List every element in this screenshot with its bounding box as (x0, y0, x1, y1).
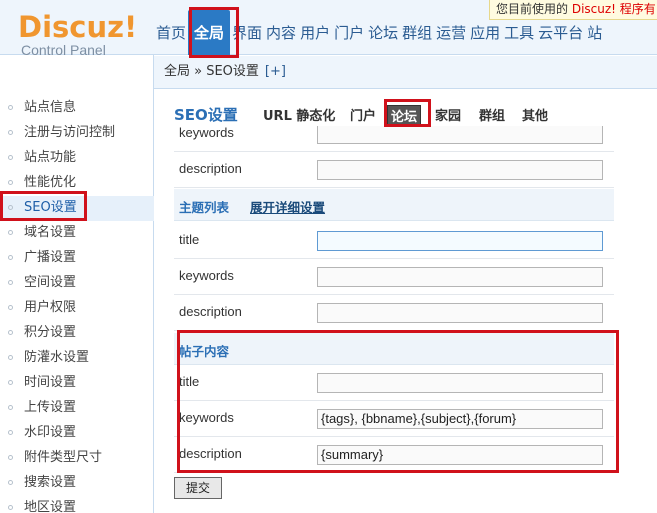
tab-home[interactable]: 家园 (435, 105, 461, 124)
discuz-logo[interactable]: Discuz! Control Panel (18, 12, 138, 58)
notice-highlight: Discuz! 程序有 (571, 2, 656, 16)
bullet-icon (8, 330, 13, 335)
sidebar-item-site-info[interactable]: 站点信息 (0, 96, 154, 121)
section-title: 主题列表 (179, 200, 230, 215)
nav-tools[interactable]: 工具 (502, 22, 536, 52)
nav-interface[interactable]: 界面 (230, 22, 264, 52)
nav-apps[interactable]: 应用 (468, 22, 502, 52)
bullet-icon (8, 105, 13, 110)
form-row: keywords (174, 259, 614, 295)
bullet-icon (8, 155, 13, 160)
field-label: keywords (179, 268, 234, 283)
sidebar-item-credits[interactable]: 积分设置 (0, 321, 154, 346)
bullet-icon (8, 405, 13, 410)
bullet-icon (8, 205, 13, 210)
viewthread-title-input[interactable] (317, 373, 603, 393)
nav-station[interactable]: 站 (585, 22, 604, 52)
sidebar-item-anti-spam[interactable]: 防灌水设置 (0, 346, 154, 371)
threadlist-title-input[interactable] (317, 231, 603, 251)
bullet-icon (8, 230, 13, 235)
bullet-icon (8, 430, 13, 435)
header: Discuz! Control Panel 首页 全局 界面 内容 用户 门户 … (0, 0, 657, 58)
sidebar-item-time[interactable]: 时间设置 (0, 371, 154, 396)
bullet-icon (8, 480, 13, 485)
sidebar-item-domain[interactable]: 域名设置 (0, 221, 154, 246)
nav-global[interactable]: 全局 (188, 10, 231, 55)
bullet-icon (8, 305, 13, 310)
sidebar: 站点信息 注册与访问控制 站点功能 性能优化 SEO设置 域名设置 广播设置 空… (0, 55, 154, 513)
bullet-icon (8, 280, 13, 285)
version-notice[interactable]: 您目前使用的 Discuz! 程序有 (489, 0, 657, 20)
breadcrumb: 全局 » SEO设置 [+] (154, 56, 657, 89)
tab-url-rewrite[interactable]: URL 静态化 (263, 105, 335, 124)
logo-main-text: Discuz! (18, 10, 138, 44)
field-label: title (179, 374, 200, 389)
threadlist-description-input[interactable] (317, 303, 603, 323)
bullet-icon (8, 180, 13, 185)
form-row: description (174, 152, 614, 188)
bullet-icon (8, 380, 13, 385)
sidebar-item-broadcast[interactable]: 广播设置 (0, 246, 154, 271)
section-title: 帖子内容 (179, 344, 230, 359)
nav-content[interactable]: 内容 (264, 22, 298, 52)
field-label: description (179, 446, 242, 461)
sidebar-item-upload[interactable]: 上传设置 (0, 396, 154, 421)
nav-portal[interactable]: 门户 (332, 22, 366, 52)
sidebar-menu: 站点信息 注册与访问控制 站点功能 性能优化 SEO设置 域名设置 广播设置 空… (0, 96, 154, 513)
viewthread-description-input[interactable]: {summary} (317, 445, 603, 465)
viewthread-keywords-input[interactable]: {tags}, {bbname},{subject},{forum} (317, 409, 603, 429)
notice-prefix: 您目前使用的 (496, 2, 572, 16)
tab-groups[interactable]: 群组 (479, 105, 505, 124)
field-label: description (179, 304, 242, 319)
nav-groups[interactable]: 群组 (400, 22, 434, 52)
bullet-icon (8, 505, 13, 510)
page-title: SEO设置 (174, 106, 238, 124)
tab-other[interactable]: 其他 (522, 105, 548, 124)
nav-home[interactable]: 首页 (154, 22, 188, 52)
field-label: keywords (179, 410, 234, 425)
nav-users[interactable]: 用户 (298, 22, 332, 52)
seo-form: keywords description 主题列表 展开详细设置 title k… (174, 126, 614, 473)
bullet-icon (8, 130, 13, 135)
top-nav: 首页 全局 界面 内容 用户 门户 论坛 群组 运营 应用 工具 云平台 站 (154, 10, 604, 55)
form-row: keywords {tags}, {bbname},{subject},{for… (174, 401, 614, 437)
submit-button[interactable]: 提交 (174, 477, 222, 499)
forumhome-description-input[interactable] (317, 160, 603, 180)
form-row: keywords (174, 126, 614, 152)
section-thread-list: 主题列表 展开详细设置 (174, 189, 614, 221)
tab-forum[interactable]: 论坛 (387, 105, 422, 126)
nav-operations[interactable]: 运营 (434, 22, 468, 52)
field-label: description (179, 161, 242, 176)
bullet-icon (8, 455, 13, 460)
form-row: description (174, 295, 614, 331)
sidebar-item-seo[interactable]: SEO设置 (0, 196, 154, 221)
nav-forum[interactable]: 论坛 (366, 22, 400, 52)
sidebar-item-search[interactable]: 搜索设置 (0, 471, 154, 496)
sidebar-item-watermark[interactable]: 水印设置 (0, 421, 154, 446)
bullet-icon (8, 355, 13, 360)
form-row: title (174, 223, 614, 259)
nav-cloud[interactable]: 云平台 (536, 22, 585, 52)
forumhome-keywords-input[interactable] (317, 126, 603, 144)
tab-portal[interactable]: 门户 (350, 105, 376, 124)
sidebar-item-register-access[interactable]: 注册与访问控制 (0, 121, 154, 146)
section-post-content: 帖子内容 (174, 333, 614, 365)
bullet-icon (8, 255, 13, 260)
breadcrumb-text: 全局 » SEO设置 (164, 64, 259, 79)
breadcrumb-add-button[interactable]: [+] (265, 64, 286, 79)
sidebar-item-user-permissions[interactable]: 用户权限 (0, 296, 154, 321)
sidebar-item-site-features[interactable]: 站点功能 (0, 146, 154, 171)
sidebar-item-performance[interactable]: 性能优化 (0, 171, 154, 196)
field-label: title (179, 232, 200, 247)
form-row: description {summary} (174, 437, 614, 473)
sidebar-item-space[interactable]: 空间设置 (0, 271, 154, 296)
sidebar-item-region[interactable]: 地区设置 (0, 496, 154, 513)
field-label: keywords (179, 126, 234, 140)
expand-details-link[interactable]: 展开详细设置 (250, 197, 325, 216)
threadlist-keywords-input[interactable] (317, 267, 603, 287)
form-row: title (174, 365, 614, 401)
sidebar-item-attachment-types[interactable]: 附件类型尺寸 (0, 446, 154, 471)
